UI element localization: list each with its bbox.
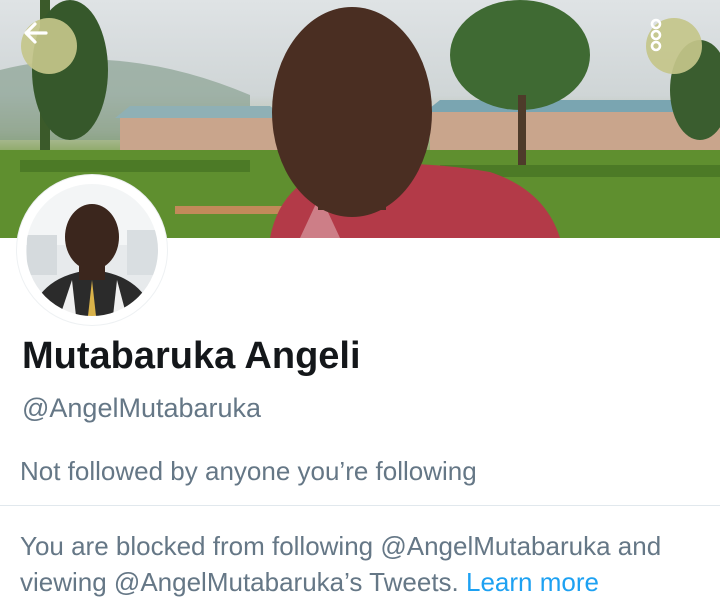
followers-you-know-note: Not followed by anyone you’re following [20,456,477,486]
avatar-photo [22,180,162,320]
more-vertical-icon [650,18,662,52]
more-options-button[interactable] [646,18,702,74]
user-handle: @AngelMutabaruka [22,393,262,423]
avatar[interactable] [17,175,167,325]
arrow-left-icon [24,22,48,44]
divider [0,505,720,506]
display-name: Mutabaruka Angeli [22,335,361,377]
back-button[interactable] [21,18,77,74]
learn-more-link[interactable]: Learn more [466,567,599,597]
blocked-notice: You are blocked from following @AngelMut… [20,528,710,600]
